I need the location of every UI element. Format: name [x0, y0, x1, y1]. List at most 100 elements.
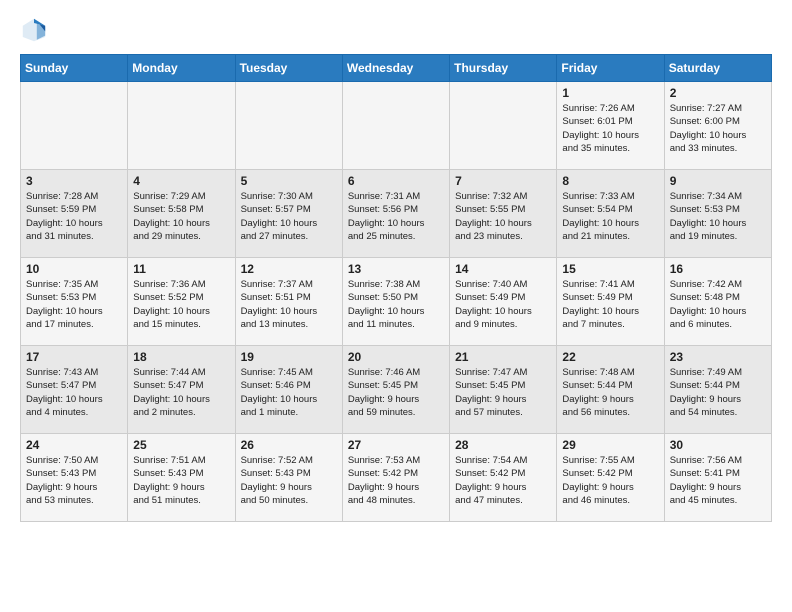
day-info: Sunrise: 7:55 AM Sunset: 5:42 PM Dayligh…	[562, 454, 658, 507]
day-number: 14	[455, 262, 551, 276]
day-number: 25	[133, 438, 229, 452]
logo-icon	[20, 16, 48, 44]
day-number: 21	[455, 350, 551, 364]
calendar-cell: 15 Sunrise: 7:41 AM Sunset: 5:49 PM Dayli…	[557, 258, 664, 346]
day-info: Sunrise: 7:38 AM Sunset: 5:50 PM Dayligh…	[348, 278, 444, 331]
calendar-cell: 25 Sunrise: 7:51 AM Sunset: 5:43 PM Dayli…	[128, 434, 235, 522]
calendar-week-row: 17 Sunrise: 7:43 AM Sunset: 5:47 PM Dayli…	[21, 346, 772, 434]
day-number: 1	[562, 86, 658, 100]
day-number: 10	[26, 262, 122, 276]
day-info: Sunrise: 7:35 AM Sunset: 5:53 PM Dayligh…	[26, 278, 122, 331]
calendar-cell: 19 Sunrise: 7:45 AM Sunset: 5:46 PM Dayli…	[235, 346, 342, 434]
day-number: 26	[241, 438, 337, 452]
calendar-cell: 27Sunrise: 7:53 AM Sunset: 5:42 PM Dayli…	[342, 434, 449, 522]
day-number: 7	[455, 174, 551, 188]
weekday-header-sunday: Sunday	[21, 55, 128, 82]
calendar-cell: 17 Sunrise: 7:43 AM Sunset: 5:47 PM Dayli…	[21, 346, 128, 434]
day-info: Sunrise: 7:56 AM Sunset: 5:41 PM Dayligh…	[670, 454, 766, 507]
header	[20, 16, 772, 44]
day-number: 15	[562, 262, 658, 276]
day-number: 18	[133, 350, 229, 364]
day-info: Sunrise: 7:26 AM Sunset: 6:01 PM Dayligh…	[562, 102, 658, 155]
calendar-cell: 2 Sunrise: 7:27 AM Sunset: 6:00 PM Daylig…	[664, 82, 771, 170]
day-number: 24	[26, 438, 122, 452]
calendar-cell: 28 Sunrise: 7:54 AM Sunset: 5:42 PM Dayli…	[450, 434, 557, 522]
calendar-cell	[235, 82, 342, 170]
day-number: 17	[26, 350, 122, 364]
calendar-cell	[342, 82, 449, 170]
day-info: Sunrise: 7:46 AM Sunset: 5:45 PM Dayligh…	[348, 366, 444, 419]
calendar-cell: 7Sunrise: 7:32 AM Sunset: 5:55 PM Daylig…	[450, 170, 557, 258]
day-info: Sunrise: 7:51 AM Sunset: 5:43 PM Dayligh…	[133, 454, 229, 507]
page: SundayMondayTuesdayWednesdayThursdayFrid…	[0, 0, 792, 542]
day-number: 12	[241, 262, 337, 276]
calendar-week-row: 3 Sunrise: 7:28 AM Sunset: 5:59 PM Daylig…	[21, 170, 772, 258]
day-info: Sunrise: 7:54 AM Sunset: 5:42 PM Dayligh…	[455, 454, 551, 507]
day-number: 29	[562, 438, 658, 452]
day-info: Sunrise: 7:49 AM Sunset: 5:44 PM Dayligh…	[670, 366, 766, 419]
day-number: 9	[670, 174, 766, 188]
calendar-cell	[128, 82, 235, 170]
calendar-cell: 10 Sunrise: 7:35 AM Sunset: 5:53 PM Dayli…	[21, 258, 128, 346]
weekday-header-saturday: Saturday	[664, 55, 771, 82]
weekday-header-wednesday: Wednesday	[342, 55, 449, 82]
day-info: Sunrise: 7:42 AM Sunset: 5:48 PM Dayligh…	[670, 278, 766, 331]
day-info: Sunrise: 7:28 AM Sunset: 5:59 PM Dayligh…	[26, 190, 122, 243]
day-number: 5	[241, 174, 337, 188]
day-number: 16	[670, 262, 766, 276]
calendar-cell: 12Sunrise: 7:37 AM Sunset: 5:51 PM Dayli…	[235, 258, 342, 346]
calendar-cell: 16 Sunrise: 7:42 AM Sunset: 5:48 PM Dayli…	[664, 258, 771, 346]
day-number: 22	[562, 350, 658, 364]
day-number: 19	[241, 350, 337, 364]
day-number: 11	[133, 262, 229, 276]
calendar-table: SundayMondayTuesdayWednesdayThursdayFrid…	[20, 54, 772, 522]
day-info: Sunrise: 7:43 AM Sunset: 5:47 PM Dayligh…	[26, 366, 122, 419]
day-number: 2	[670, 86, 766, 100]
weekday-header-tuesday: Tuesday	[235, 55, 342, 82]
calendar-body: 1 Sunrise: 7:26 AM Sunset: 6:01 PM Daylig…	[21, 82, 772, 522]
day-info: Sunrise: 7:52 AM Sunset: 5:43 PM Dayligh…	[241, 454, 337, 507]
weekday-header-monday: Monday	[128, 55, 235, 82]
weekday-header-thursday: Thursday	[450, 55, 557, 82]
weekday-header-friday: Friday	[557, 55, 664, 82]
calendar-cell: 4 Sunrise: 7:29 AM Sunset: 5:58 PM Daylig…	[128, 170, 235, 258]
calendar-cell	[450, 82, 557, 170]
day-info: Sunrise: 7:33 AM Sunset: 5:54 PM Dayligh…	[562, 190, 658, 243]
calendar-cell: 21 Sunrise: 7:47 AM Sunset: 5:45 PM Dayli…	[450, 346, 557, 434]
day-number: 20	[348, 350, 444, 364]
calendar-cell: 1 Sunrise: 7:26 AM Sunset: 6:01 PM Daylig…	[557, 82, 664, 170]
calendar-week-row: 10 Sunrise: 7:35 AM Sunset: 5:53 PM Dayli…	[21, 258, 772, 346]
day-number: 28	[455, 438, 551, 452]
day-number: 8	[562, 174, 658, 188]
calendar-cell	[21, 82, 128, 170]
day-info: Sunrise: 7:45 AM Sunset: 5:46 PM Dayligh…	[241, 366, 337, 419]
day-info: Sunrise: 7:48 AM Sunset: 5:44 PM Dayligh…	[562, 366, 658, 419]
calendar-cell: 13 Sunrise: 7:38 AM Sunset: 5:50 PM Dayli…	[342, 258, 449, 346]
day-info: Sunrise: 7:40 AM Sunset: 5:49 PM Dayligh…	[455, 278, 551, 331]
calendar-cell: 18 Sunrise: 7:44 AM Sunset: 5:47 PM Dayli…	[128, 346, 235, 434]
day-number: 13	[348, 262, 444, 276]
day-info: Sunrise: 7:41 AM Sunset: 5:49 PM Dayligh…	[562, 278, 658, 331]
calendar-cell: 11Sunrise: 7:36 AM Sunset: 5:52 PM Dayli…	[128, 258, 235, 346]
day-number: 4	[133, 174, 229, 188]
day-info: Sunrise: 7:29 AM Sunset: 5:58 PM Dayligh…	[133, 190, 229, 243]
day-info: Sunrise: 7:30 AM Sunset: 5:57 PM Dayligh…	[241, 190, 337, 243]
calendar-cell: 5 Sunrise: 7:30 AM Sunset: 5:57 PM Daylig…	[235, 170, 342, 258]
day-info: Sunrise: 7:47 AM Sunset: 5:45 PM Dayligh…	[455, 366, 551, 419]
calendar-cell: 30 Sunrise: 7:56 AM Sunset: 5:41 PM Dayli…	[664, 434, 771, 522]
day-info: Sunrise: 7:53 AM Sunset: 5:42 PM Dayligh…	[348, 454, 444, 507]
day-number: 6	[348, 174, 444, 188]
calendar-cell: 24Sunrise: 7:50 AM Sunset: 5:43 PM Dayli…	[21, 434, 128, 522]
calendar-cell: 22 Sunrise: 7:48 AM Sunset: 5:44 PM Dayli…	[557, 346, 664, 434]
day-info: Sunrise: 7:27 AM Sunset: 6:00 PM Dayligh…	[670, 102, 766, 155]
calendar-cell: 20 Sunrise: 7:46 AM Sunset: 5:45 PM Dayli…	[342, 346, 449, 434]
calendar-cell: 8 Sunrise: 7:33 AM Sunset: 5:54 PM Daylig…	[557, 170, 664, 258]
calendar-cell: 23Sunrise: 7:49 AM Sunset: 5:44 PM Dayli…	[664, 346, 771, 434]
calendar-week-row: 24Sunrise: 7:50 AM Sunset: 5:43 PM Dayli…	[21, 434, 772, 522]
day-number: 30	[670, 438, 766, 452]
calendar-cell: 6Sunrise: 7:31 AM Sunset: 5:56 PM Daylig…	[342, 170, 449, 258]
day-number: 3	[26, 174, 122, 188]
calendar-cell: 29 Sunrise: 7:55 AM Sunset: 5:42 PM Dayli…	[557, 434, 664, 522]
day-info: Sunrise: 7:44 AM Sunset: 5:47 PM Dayligh…	[133, 366, 229, 419]
calendar-cell: 14 Sunrise: 7:40 AM Sunset: 5:49 PM Dayli…	[450, 258, 557, 346]
